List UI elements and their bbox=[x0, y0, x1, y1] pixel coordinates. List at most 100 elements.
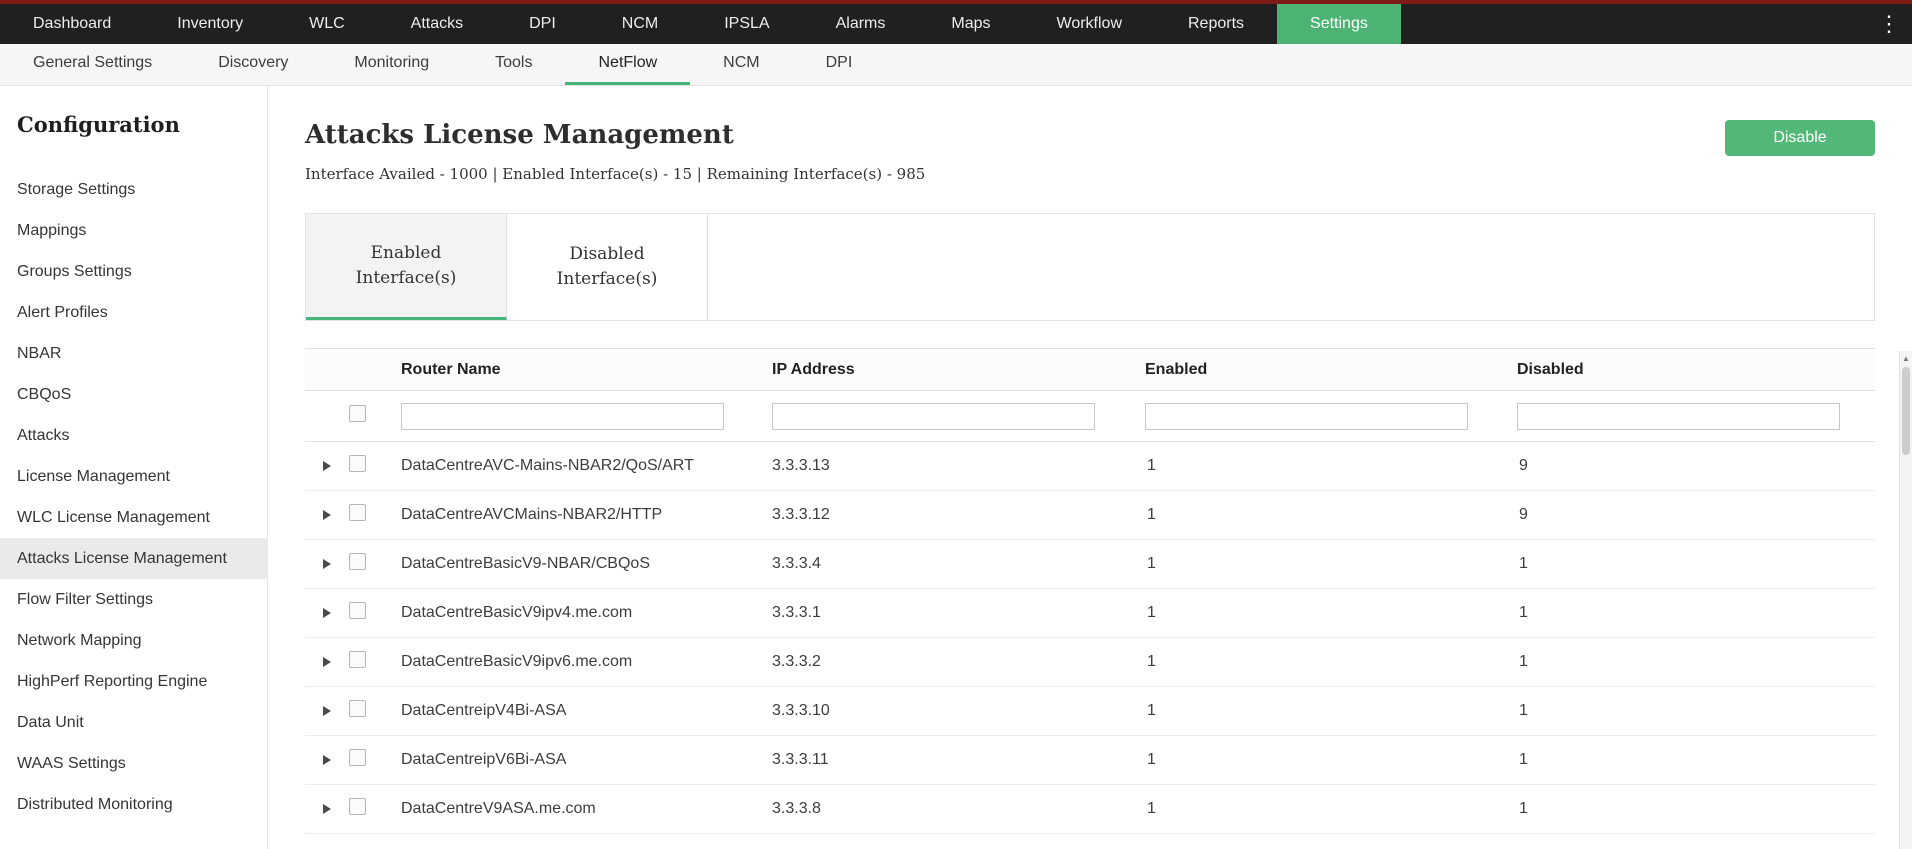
license-summary: Interface Availed - 1000 | Enabled Inter… bbox=[305, 165, 925, 183]
sidebar-item[interactable]: Network Mapping bbox=[0, 620, 267, 661]
expand-arrow-icon[interactable] bbox=[323, 657, 331, 667]
sidebar-item[interactable]: Alert Profiles bbox=[0, 292, 267, 333]
expand-arrow-icon[interactable] bbox=[323, 755, 331, 765]
row-checkbox[interactable] bbox=[349, 651, 366, 668]
top-nav-item[interactable]: Dashboard bbox=[0, 4, 144, 44]
table-row: DataCentreBasicV9ipv4.me.com 3.3.3.1 1 1 bbox=[305, 589, 1875, 638]
expand-arrow-icon[interactable] bbox=[323, 461, 331, 471]
top-nav-item[interactable]: IPSLA bbox=[691, 4, 802, 44]
row-checkbox[interactable] bbox=[349, 602, 366, 619]
table-filter-row bbox=[305, 391, 1875, 442]
row-checkbox[interactable] bbox=[349, 749, 366, 766]
cell-disabled: 1 bbox=[1517, 555, 1875, 573]
cell-router-name: DataCentreAVCMains-NBAR2/HTTP bbox=[401, 506, 772, 524]
expand-arrow-icon[interactable] bbox=[323, 804, 331, 814]
row-checkbox[interactable] bbox=[349, 553, 366, 570]
cell-ip-address: 3.3.3.2 bbox=[772, 653, 1145, 671]
sidebar-item[interactable]: Mappings bbox=[0, 210, 267, 251]
sidebar-item[interactable]: Storage Settings bbox=[0, 169, 267, 210]
top-nav-item[interactable]: NCM bbox=[589, 4, 691, 44]
page-header-text: Attacks License Management Interface Ava… bbox=[305, 120, 925, 183]
table-row: DataCentreAVC-Mains-NBAR2/QoS/ART 3.3.3.… bbox=[305, 442, 1875, 491]
disable-button[interactable]: Disable bbox=[1725, 120, 1875, 156]
top-nav-item[interactable]: Attacks bbox=[378, 4, 496, 44]
kebab-menu-icon[interactable]: ⋮ bbox=[1866, 4, 1912, 44]
top-nav-item[interactable]: Settings bbox=[1277, 4, 1401, 44]
sub-nav-item[interactable]: Tools bbox=[462, 44, 565, 85]
expand-arrow-icon[interactable] bbox=[323, 706, 331, 716]
top-nav-item[interactable]: Reports bbox=[1155, 4, 1277, 44]
cell-ip-address: 3.3.3.11 bbox=[772, 751, 1145, 769]
scrollbar-thumb[interactable] bbox=[1902, 367, 1910, 455]
row-checkbox[interactable] bbox=[349, 798, 366, 815]
sidebar-item[interactable]: Flow Filter Settings bbox=[0, 579, 267, 620]
column-header-disabled: Disabled bbox=[1517, 361, 1875, 379]
ip-address-filter-input[interactable] bbox=[772, 403, 1095, 430]
interface-tab-label: Enabled Interface(s) bbox=[350, 241, 462, 290]
sidebar-item[interactable]: NBAR bbox=[0, 333, 267, 374]
cell-enabled: 1 bbox=[1145, 506, 1517, 524]
cell-router-name: DataCentreBasicV9-NBAR/CBQoS bbox=[401, 555, 772, 573]
sidebar-item[interactable]: Data Unit bbox=[0, 702, 267, 743]
main-content: Attacks License Management Interface Ava… bbox=[268, 86, 1912, 849]
cell-ip-address: 3.3.3.8 bbox=[772, 800, 1145, 818]
top-nav-item[interactable]: Alarms bbox=[803, 4, 919, 44]
sidebar-item[interactable]: HighPerf Reporting Engine bbox=[0, 661, 267, 702]
sidebar-item[interactable]: WAAS Settings bbox=[0, 743, 267, 784]
cell-ip-address: 3.3.3.4 bbox=[772, 555, 1145, 573]
cell-enabled: 1 bbox=[1145, 604, 1517, 622]
cell-disabled: 1 bbox=[1517, 653, 1875, 671]
sub-nav-item[interactable]: General Settings bbox=[0, 44, 185, 85]
sub-nav-item[interactable]: NCM bbox=[690, 44, 792, 85]
vertical-scrollbar[interactable]: ▲ bbox=[1899, 351, 1912, 849]
row-checkbox[interactable] bbox=[349, 504, 366, 521]
scrollbar-up-arrow-icon[interactable]: ▲ bbox=[1900, 351, 1912, 366]
top-nav-item[interactable]: DPI bbox=[496, 4, 589, 44]
sidebar-item[interactable]: WLC License Management bbox=[0, 497, 267, 538]
column-header-enabled: Enabled bbox=[1145, 361, 1517, 379]
sub-nav-item[interactable]: DPI bbox=[793, 44, 886, 85]
cell-router-name: DataCentreBasicV9ipv4.me.com bbox=[401, 604, 772, 622]
sub-nav-item[interactable]: Discovery bbox=[185, 44, 321, 85]
cell-enabled: 1 bbox=[1145, 457, 1517, 475]
expand-arrow-icon[interactable] bbox=[323, 559, 331, 569]
disabled-filter-input[interactable] bbox=[1517, 403, 1840, 430]
cell-ip-address: 3.3.3.12 bbox=[772, 506, 1145, 524]
cell-enabled: 1 bbox=[1145, 702, 1517, 720]
cell-enabled: 1 bbox=[1145, 653, 1517, 671]
enabled-filter-input[interactable] bbox=[1145, 403, 1468, 430]
column-header-ip-address: IP Address bbox=[772, 361, 1145, 379]
row-checkbox[interactable] bbox=[349, 455, 366, 472]
sidebar-item[interactable]: Attacks License Management bbox=[0, 538, 267, 579]
expand-arrow-icon[interactable] bbox=[323, 510, 331, 520]
sidebar-item[interactable]: CBQoS bbox=[0, 374, 267, 415]
table-row: DataCentreV9ASA.me.com 3.3.3.8 1 1 bbox=[305, 785, 1875, 834]
sub-nav-item[interactable]: Monitoring bbox=[321, 44, 462, 85]
select-all-checkbox[interactable] bbox=[349, 405, 366, 422]
settings-sub-nav: General Settings Discovery Monitoring To… bbox=[0, 44, 1912, 86]
cell-disabled: 9 bbox=[1517, 506, 1875, 524]
interface-tab[interactable]: Disabled Interface(s) bbox=[507, 214, 708, 320]
sidebar-item[interactable]: Groups Settings bbox=[0, 251, 267, 292]
row-checkbox[interactable] bbox=[349, 700, 366, 717]
router-name-filter-input[interactable] bbox=[401, 403, 724, 430]
top-nav-item[interactable]: Inventory bbox=[144, 4, 276, 44]
cell-disabled: 1 bbox=[1517, 751, 1875, 769]
page-title: Attacks License Management bbox=[305, 120, 925, 150]
interfaces-table: Router Name IP Address Enabled Disabled bbox=[305, 348, 1875, 834]
expand-arrow-icon[interactable] bbox=[323, 608, 331, 618]
page-layout: Configuration Storage Settings Mappings … bbox=[0, 86, 1912, 849]
sidebar-item[interactable]: License Management bbox=[0, 456, 267, 497]
cell-ip-address: 3.3.3.13 bbox=[772, 457, 1145, 475]
top-nav-item[interactable]: Maps bbox=[918, 4, 1023, 44]
top-nav-item[interactable]: Workflow bbox=[1024, 4, 1156, 44]
sub-nav-item[interactable]: NetFlow bbox=[565, 44, 690, 85]
interface-tab[interactable]: Enabled Interface(s) bbox=[306, 214, 507, 320]
table-row: DataCentreBasicV9ipv6.me.com 3.3.3.2 1 1 bbox=[305, 638, 1875, 687]
sidebar-item[interactable]: Attacks bbox=[0, 415, 267, 456]
column-header-router-name: Router Name bbox=[401, 361, 772, 379]
top-nav-item[interactable]: WLC bbox=[276, 4, 378, 44]
configuration-sidebar: Configuration Storage Settings Mappings … bbox=[0, 86, 268, 849]
sidebar-item[interactable]: Distributed Monitoring bbox=[0, 784, 267, 825]
sidebar-title: Configuration bbox=[17, 112, 267, 137]
